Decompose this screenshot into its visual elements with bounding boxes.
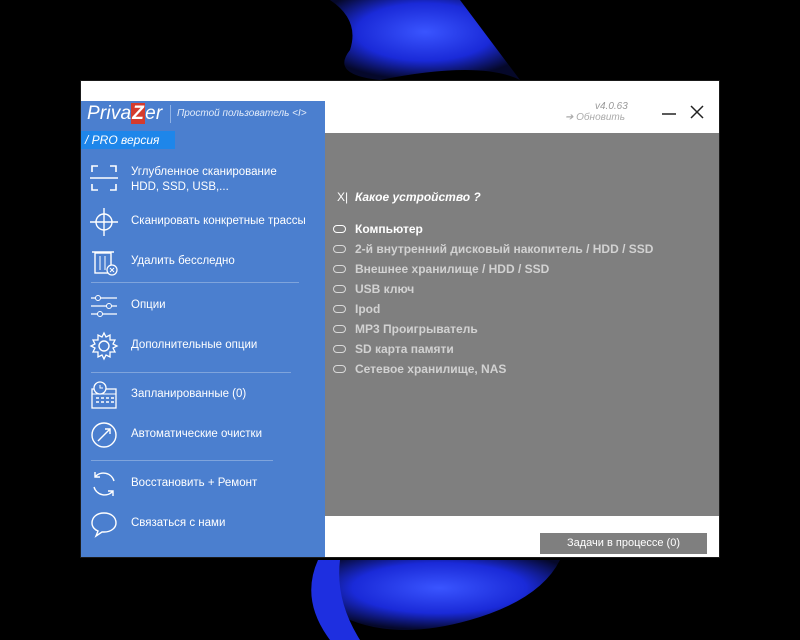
device-option-label: Сетевое хранилище, NAS [355, 362, 507, 376]
minimize-button[interactable] [659, 103, 679, 121]
device-option-label: Компьютер [355, 222, 423, 236]
logo-bar: PrivaZer Простой пользователь <I> [81, 101, 325, 127]
user-mode-toggle[interactable]: Простой пользователь <I> [177, 108, 307, 119]
sidebar-item-label: Запланированные (0) [131, 388, 247, 400]
chat-icon [91, 512, 117, 538]
auto-clean-icon [91, 422, 117, 448]
sidebar-item-options[interactable]: Опции [81, 287, 325, 327]
logo-separator [170, 105, 171, 123]
sidebar-item-contact[interactable]: Связаться с нами [81, 505, 325, 545]
radio-icon [333, 325, 346, 333]
question-marker: X| [337, 190, 349, 204]
sidebar-item-deep-scan[interactable]: Углубленное сканирование HDD, SSD, USB,.… [81, 159, 325, 199]
sidebar: PrivaZer Простой пользователь <I> / PRO … [81, 101, 325, 557]
radio-icon [333, 245, 346, 253]
sidebar-item-label: Сканировать конкретные трассы [131, 215, 306, 227]
radio-icon [333, 305, 346, 313]
sidebar-item-label: Дополнительные опции [131, 339, 258, 351]
sidebar-item-advanced-options[interactable]: Дополнительные опции [81, 327, 325, 367]
title-bar [81, 81, 719, 101]
sidebar-item-delete-traceless[interactable]: Удалить бесследно [81, 243, 325, 283]
device-option-label: Ipod [355, 302, 381, 316]
tasks-in-progress-button[interactable]: Задачи в процессе (0) [540, 533, 707, 554]
sidebar-item-label: Автоматические очистки [131, 428, 263, 440]
sidebar-item-label: Опции [131, 299, 166, 311]
sliders-icon [91, 295, 117, 317]
device-option-label: 2-й внутренний дисковый накопитель / HDD… [355, 242, 654, 256]
sidebar-divider [91, 460, 273, 461]
sidebar-item-label: Связаться с нами [131, 517, 226, 529]
sidebar-divider [91, 372, 291, 373]
update-link[interactable]: ➔ Обновить [565, 112, 625, 123]
sidebar-item-label: Удалить бесследно [131, 255, 235, 267]
sidebar-item-auto-clean[interactable]: Автоматические очистки [81, 416, 325, 456]
sidebar-item-scheduled[interactable]: Запланированные (0) [81, 376, 325, 416]
sidebar-item-label: Восстановить + Ремонт [131, 477, 258, 489]
privazer-window: v4.0.63 ➔ Обновить PrivaZer Простой поль… [81, 81, 719, 557]
sidebar-item-restore-repair[interactable]: Восстановить + Ремонт [81, 465, 325, 505]
close-icon [690, 105, 704, 119]
device-option-label: Внешнее хранилище / HDD / SSD [355, 262, 550, 276]
trash-icon [92, 251, 118, 276]
pro-version-badge[interactable]: / PRO версия [81, 131, 175, 149]
radio-icon [333, 365, 346, 373]
sidebar-divider [91, 282, 299, 283]
device-option-label: MP3 Проигрыватель [355, 322, 478, 336]
sidebar-item-label: Углубленное сканирование [131, 166, 277, 178]
radio-icon [333, 265, 346, 273]
scan-icon [90, 165, 118, 191]
radio-icon [333, 285, 346, 293]
sidebar-item-sublabel: HDD, SSD, USB,... [131, 181, 229, 193]
question-title: Какое устройство ? [355, 190, 481, 204]
restore-icon [93, 472, 115, 496]
calendar-clock-icon [91, 381, 117, 409]
radio-icon [333, 345, 346, 353]
device-option-label: SD карта памяти [355, 342, 454, 356]
gear-icon [89, 331, 119, 361]
crosshair-icon [90, 208, 118, 236]
app-logo: PrivaZer [87, 103, 163, 124]
device-selection-panel: X| Какое устройство ? Компьютер 2-й внутр… [325, 133, 719, 516]
minimize-icon [662, 113, 676, 115]
radio-icon [333, 225, 346, 233]
device-option-label: USB ключ [355, 282, 415, 296]
version-label: v4.0.63 [595, 101, 628, 112]
close-button[interactable] [687, 103, 707, 121]
sidebar-item-scan-traces[interactable]: Сканировать конкретные трассы [81, 203, 325, 243]
